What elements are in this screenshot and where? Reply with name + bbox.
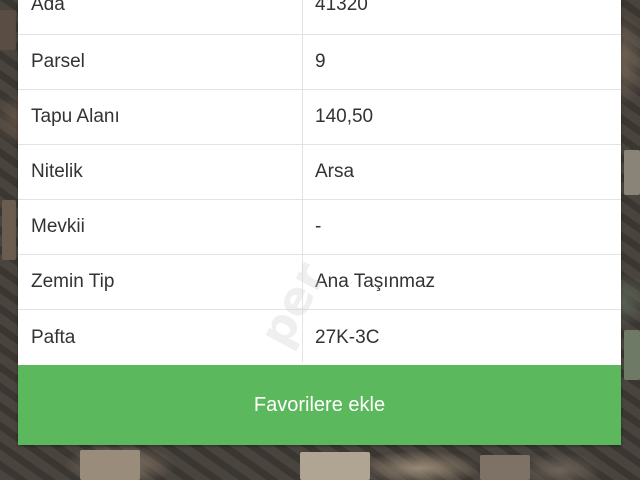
add-to-favorites-button[interactable]: Favorilere ekle <box>18 365 621 445</box>
parcel-info-card: Ada 41320 Parsel 9 Tapu Alanı 140,50 Nit… <box>18 0 621 445</box>
column-divider <box>302 0 303 362</box>
map-building <box>624 150 640 195</box>
row-value: - <box>315 216 322 237</box>
map-building <box>624 330 640 380</box>
row-value: 41320 <box>315 0 368 15</box>
table-row-mevkii: Mevkii - <box>18 200 621 255</box>
map-building <box>480 455 530 480</box>
map-building <box>80 450 140 480</box>
map-building <box>2 200 16 260</box>
row-label: Mevkii <box>31 216 85 237</box>
table-row-tapu-alani: Tapu Alanı 140,50 <box>18 90 621 145</box>
table-row-parsel: Parsel 9 <box>18 35 621 90</box>
row-value: 27K-3C <box>315 326 380 348</box>
row-label: Pafta <box>31 326 76 348</box>
parcel-info-table: Ada 41320 Parsel 9 Tapu Alanı 140,50 Nit… <box>18 0 621 365</box>
row-value: 9 <box>315 51 326 72</box>
row-label: Parsel <box>31 51 85 72</box>
map-building <box>0 10 16 50</box>
map-building <box>300 452 370 480</box>
row-label: Tapu Alanı <box>31 106 120 127</box>
row-value: 140,50 <box>315 106 374 127</box>
table-row-ada: Ada 41320 <box>18 0 621 35</box>
row-label: Nitelik <box>31 161 83 182</box>
row-value: Ana Taşınmaz <box>315 271 436 292</box>
table-row-nitelik: Nitelik Arsa <box>18 145 621 200</box>
row-value: Arsa <box>315 161 355 182</box>
row-label: Ada <box>31 0 65 15</box>
table-row-zemin-tip: Zemin Tip Ana Taşınmaz <box>18 255 621 310</box>
row-label: Zemin Tip <box>31 271 115 292</box>
table-row-pafta: Pafta 27K-3C <box>18 310 621 365</box>
